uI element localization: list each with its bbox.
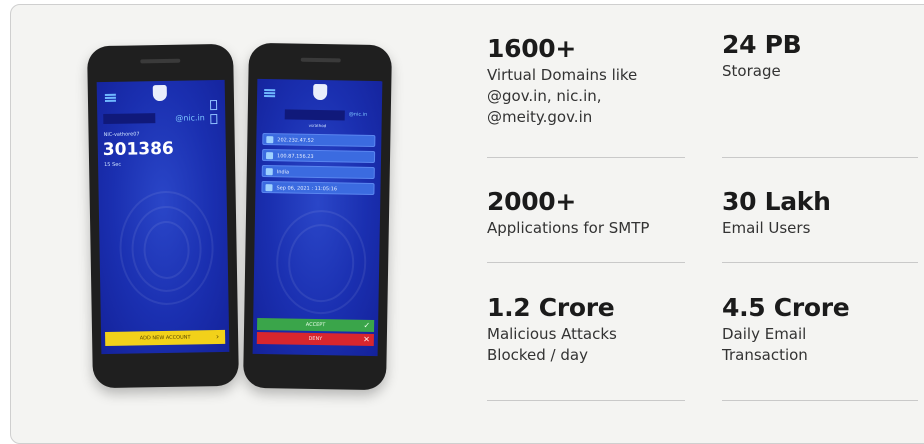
- stat-desc-line: Email Users: [722, 219, 811, 237]
- stat-value: 24 PB: [722, 30, 802, 59]
- authenticator-screen-right: @nic.in vsrathod 202.232.47.52 100.87.15…: [252, 78, 383, 357]
- divider: [722, 262, 918, 263]
- phone-speaker: [300, 57, 341, 63]
- stat-desc-line: Transaction: [722, 346, 808, 364]
- stat-value: 1.2 Crore: [487, 293, 615, 322]
- stat-desc-line: Daily Email: [722, 325, 807, 343]
- copy-icon[interactable]: [210, 114, 218, 125]
- accept-button[interactable]: ACCEPT ✓: [257, 317, 375, 333]
- chevron-right-icon: ›: [215, 332, 220, 342]
- divider: [487, 262, 685, 263]
- stat-desc-line: @gov.in, nic.in,: [487, 87, 602, 105]
- stat-value: 4.5 Crore: [722, 293, 850, 322]
- divider: [487, 400, 685, 401]
- stat-value: 30 Lakh: [722, 187, 831, 216]
- add-button-label: ADD NEW ACCOUNT: [139, 334, 191, 342]
- divider: [487, 157, 685, 158]
- brand-label: @nic.in: [175, 113, 205, 123]
- masked-field: [284, 109, 345, 121]
- deny-label: DENY: [308, 335, 323, 343]
- stat-desc-line: Storage: [722, 62, 781, 80]
- stat-description: Virtual Domains like @gov.in, nic.in, @m…: [487, 65, 687, 128]
- shield-logo-icon: [313, 83, 328, 101]
- shield-logo-icon: [152, 84, 167, 102]
- divider: [722, 400, 918, 401]
- stat-description: Malicious Attacks Blocked / day: [487, 324, 687, 366]
- stat-desc-line: Blocked / day: [487, 346, 588, 364]
- stat-applications: 2000+ Applications for SMTP: [487, 187, 687, 239]
- stat-virtual-domains: 1600+ Virtual Domains like @gov.in, nic.…: [487, 34, 687, 128]
- close-icon: ✕: [363, 334, 370, 344]
- stat-value: 2000+: [487, 187, 577, 216]
- stat-description: Daily Email Transaction: [722, 324, 922, 366]
- phone-mockup-left: @nic.in NIC-vathore07 301386 15 Sec ADD …: [87, 43, 239, 389]
- copy-icon[interactable]: [209, 100, 218, 111]
- info-row-text: India: [276, 169, 290, 176]
- phone-speaker: [140, 58, 181, 64]
- otp-code: 301386: [102, 138, 174, 161]
- deny-button[interactable]: DENY ✕: [256, 331, 374, 347]
- brand-label: @nic.in: [348, 111, 368, 118]
- divider: [722, 157, 918, 158]
- stat-email-users: 30 Lakh Email Users: [722, 187, 922, 239]
- menu-icon[interactable]: [104, 93, 116, 102]
- account-label: NIC-vathore07: [103, 131, 140, 139]
- info-row-text: 100.87.156.23: [276, 153, 314, 160]
- info-row-location: India: [261, 165, 375, 179]
- add-new-account-button[interactable]: ADD NEW ACCOUNT ›: [105, 329, 226, 347]
- monitor-icon: [266, 136, 274, 144]
- stat-description: Applications for SMTP: [487, 218, 687, 239]
- stat-description: Email Users: [722, 218, 922, 239]
- accept-label: ACCEPT: [305, 321, 326, 329]
- info-row-text: 202.232.47.52: [277, 137, 314, 144]
- stat-storage: 24 PB Storage: [722, 30, 922, 82]
- stat-desc-line: Applications for SMTP: [487, 219, 650, 237]
- info-row-date: Sep 06, 2021 : 11:05:16: [261, 181, 375, 195]
- phone-mockup-right: @nic.in vsrathod 202.232.47.52 100.87.15…: [243, 42, 392, 391]
- stat-daily-email: 4.5 Crore Daily Email Transaction: [722, 293, 922, 366]
- masked-field: [103, 113, 156, 125]
- user-label: vsrathod: [308, 122, 327, 129]
- grid-menu-icon[interactable]: [264, 89, 276, 98]
- location-pin-icon: [265, 168, 273, 176]
- authenticator-screen-left: @nic.in NIC-vathore07 301386 15 Sec ADD …: [96, 79, 230, 355]
- info-row-ip: 202.232.47.52: [262, 133, 376, 147]
- stat-description: Storage: [722, 61, 922, 82]
- stat-malicious-attacks: 1.2 Crore Malicious Attacks Blocked / da…: [487, 293, 687, 366]
- stat-desc-line: Malicious Attacks: [487, 325, 617, 343]
- stat-desc-line: Virtual Domains like: [487, 66, 638, 84]
- stat-value: 1600+: [487, 34, 577, 63]
- calendar-icon: [265, 184, 273, 192]
- check-icon: ✓: [363, 320, 371, 330]
- network-icon: [265, 152, 274, 160]
- otp-timer: 15 Sec: [104, 161, 122, 169]
- stat-desc-line: @meity.gov.in: [487, 108, 593, 126]
- info-row-ip2: 100.87.156.23: [261, 149, 376, 163]
- info-row-text: Sep 06, 2021 : 11:05:16: [276, 185, 338, 193]
